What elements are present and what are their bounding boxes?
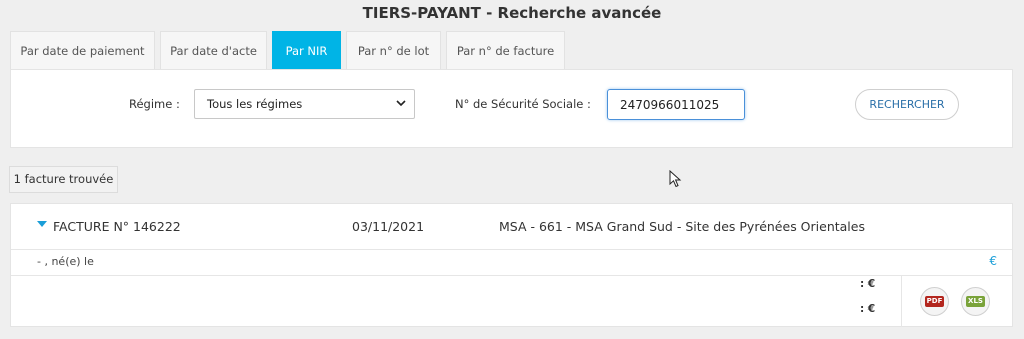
regime-label: Régime : [129, 97, 180, 111]
regime-select-value: Tous les régimes [207, 97, 303, 111]
nss-input[interactable] [607, 89, 745, 120]
chevron-down-icon [396, 90, 406, 129]
amount-1: : € [860, 278, 876, 290]
pdf-export-button[interactable]: PDF [920, 287, 949, 316]
tab-lot[interactable]: Par n° de lot [346, 31, 441, 69]
euro-amount: € [989, 254, 997, 268]
amounts-row: : € : € PDF XLS [11, 276, 1012, 327]
nss-label: N° de Sécurité Sociale : [455, 97, 591, 111]
pdf-icon: PDF [925, 296, 944, 307]
tab-date-paiement[interactable]: Par date de paiement [10, 31, 155, 69]
amount-2: : € [860, 303, 876, 315]
mouse-cursor-icon [669, 170, 682, 188]
tab-nir[interactable]: Par NIR [272, 31, 341, 69]
caret-down-icon[interactable] [37, 221, 47, 227]
xls-export-button[interactable]: XLS [961, 287, 990, 316]
divider [901, 276, 902, 327]
patient-info: - , né(e) le [37, 255, 94, 268]
search-button[interactable]: RECHERCHER [855, 89, 959, 120]
invoice-number: FACTURE N° 146222 [53, 219, 181, 234]
result-count-badge: 1 facture trouvée [9, 166, 118, 193]
invoice-organism: MSA - 661 - MSA Grand Sud - Site des Pyr… [499, 219, 865, 234]
tab-date-acte[interactable]: Par date d'acte [160, 31, 267, 69]
tab-facture[interactable]: Par n° de facture [446, 31, 565, 69]
invoice-header-row[interactable]: FACTURE N° 146222 03/11/2021 MSA - 661 -… [11, 204, 1012, 250]
regime-select[interactable]: Tous les régimes [194, 89, 415, 119]
page-title: TIERS-PAYANT - Recherche avancée [362, 4, 662, 22]
search-panel: Régime : Tous les régimes N° de Sécurité… [10, 69, 1013, 148]
invoice-card: FACTURE N° 146222 03/11/2021 MSA - 661 -… [10, 203, 1013, 327]
invoice-date: 03/11/2021 [352, 219, 425, 234]
patient-row: - , né(e) le € [11, 250, 1012, 276]
xls-icon: XLS [966, 296, 985, 307]
